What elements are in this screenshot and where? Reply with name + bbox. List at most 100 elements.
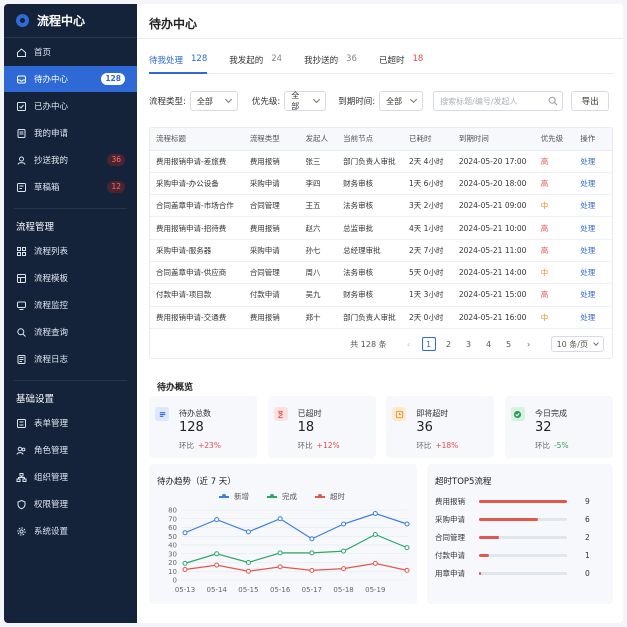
next-page-button[interactable]: › bbox=[522, 337, 536, 351]
x-tick-label: 05-19 bbox=[365, 586, 385, 594]
table-cell: 2天 0小时 bbox=[403, 306, 453, 329]
data-point[interactable] bbox=[309, 567, 315, 573]
process-link[interactable]: 处理 bbox=[574, 306, 612, 329]
data-point[interactable] bbox=[182, 567, 188, 572]
process-link[interactable]: 处理 bbox=[574, 283, 612, 307]
page-button[interactable]: 2 bbox=[442, 337, 456, 351]
data-point[interactable] bbox=[277, 516, 283, 522]
table-row[interactable]: 费用报销申请-差旅费 费用报销 张三 部门负责人审批 2天 4小时 2024-05-20 … bbox=[150, 150, 612, 173]
sidebar-item-2[interactable]: 待办中心 128 bbox=[4, 66, 137, 92]
data-point[interactable] bbox=[214, 517, 220, 523]
data-point[interactable] bbox=[341, 566, 347, 572]
data-point[interactable] bbox=[341, 548, 347, 554]
data-point[interactable] bbox=[214, 562, 220, 568]
filter-priority-select[interactable]: 全部 bbox=[284, 91, 327, 111]
process-link[interactable]: 处理 bbox=[574, 194, 612, 218]
tab-3[interactable]: 我抄送的 36 bbox=[304, 50, 357, 73]
table-cell: 2024-05-21 10:00 bbox=[452, 216, 535, 240]
process-link[interactable]: 处理 bbox=[574, 172, 612, 196]
data-point[interactable] bbox=[309, 536, 315, 542]
data-point[interactable] bbox=[182, 560, 188, 566]
data-point[interactable] bbox=[372, 560, 378, 566]
data-point[interactable] bbox=[245, 568, 251, 574]
table-row[interactable]: 费用报销申请-交通费 费用报销 郑十 部门负责人审批 2天 0小时 2024-05-21 … bbox=[150, 306, 612, 329]
process-link[interactable]: 处理 bbox=[574, 261, 612, 285]
table-cell: 采购申请-办公设备 bbox=[150, 172, 244, 196]
data-point[interactable] bbox=[404, 567, 410, 573]
search-input[interactable] bbox=[433, 91, 564, 111]
table-cell: 法务审核 bbox=[337, 261, 404, 285]
tab-4[interactable]: 已超时 18 bbox=[379, 50, 423, 73]
data-point[interactable] bbox=[404, 521, 410, 527]
table-cell: 费用报销申请-交通费 bbox=[150, 306, 244, 329]
sidebar-item-settings-5[interactable]: 系统设置 bbox=[4, 518, 137, 544]
stat-card[interactable]: 已超时 18 环比 +12% bbox=[267, 396, 376, 458]
search-icon[interactable] bbox=[548, 96, 558, 106]
table-row[interactable]: 采购申请-办公设备 采购申请 李四 财务审核 1天 6小时 2024-05-20 18:0… bbox=[150, 172, 612, 196]
sidebar-item-settings-1[interactable]: 表单管理 bbox=[4, 410, 137, 436]
sidebar-item-3[interactable]: 已办中心 bbox=[4, 93, 137, 119]
nav-item-label: 组织管理 bbox=[34, 473, 69, 483]
top5-row[interactable]: 付款申请 1 bbox=[435, 548, 605, 562]
page-size-select[interactable]: 10 条/页 bbox=[550, 336, 604, 352]
data-point[interactable] bbox=[245, 560, 251, 565]
stat-card[interactable]: 即将超时 36 环比 +18% bbox=[386, 396, 495, 458]
y-tick-label: 80 bbox=[168, 507, 177, 515]
page-button[interactable]: 1 bbox=[421, 337, 436, 351]
data-point[interactable] bbox=[277, 564, 283, 570]
top5-row[interactable]: 用章申请 0 bbox=[435, 566, 605, 580]
export-button[interactable]: 导出 bbox=[571, 91, 610, 111]
process-link[interactable]: 处理 bbox=[574, 150, 612, 173]
data-point[interactable] bbox=[372, 511, 378, 516]
table-row[interactable]: 采购申请-服务器 采购申请 孙七 总经理审批 2天 7小时 2024-05-21 11:0… bbox=[150, 239, 612, 262]
stat-card[interactable]: 今日完成 32 环比 -5% bbox=[504, 396, 613, 458]
stat-card[interactable]: 待办总数 128 环比 +23% bbox=[149, 396, 257, 458]
data-point[interactable] bbox=[245, 529, 251, 535]
data-point[interactable] bbox=[341, 521, 347, 527]
table-row[interactable]: 付款申请-项目款 付款申请 吴九 财务审核 1天 3小时 2024-05-21 15:00… bbox=[150, 283, 612, 307]
table-row[interactable]: 费用报销申请-招待费 费用报销 赵六 总监审批 4天 1小时 2024-05-21 10:… bbox=[150, 216, 612, 240]
table-row[interactable]: 合同盖章申请-市场合作 合同管理 王五 法务审核 3天 2小时 2024-05-21 09… bbox=[150, 194, 612, 218]
table-cell: 吴九 bbox=[299, 283, 338, 307]
sidebar-item-process-3[interactable]: 流程监控 bbox=[4, 292, 137, 318]
nav-badge: 12 bbox=[107, 181, 125, 193]
top5-row[interactable]: 合同管理 2 bbox=[435, 530, 605, 544]
page-button[interactable]: 4 bbox=[482, 337, 496, 351]
process-link[interactable]: 处理 bbox=[574, 216, 612, 240]
page-size-value: 10 条/页 bbox=[556, 339, 588, 349]
table-row[interactable]: 合同盖章申请-供应商 合同管理 周八 法务审核 5天 0小时 2024-05-21 14:… bbox=[150, 261, 612, 285]
top5-row[interactable]: 采购申请 6 bbox=[435, 512, 605, 526]
data-point[interactable] bbox=[404, 545, 410, 551]
inbox-icon bbox=[16, 74, 27, 85]
top5-row[interactable]: 费用报销 9 bbox=[435, 494, 605, 508]
sidebar-item-settings-4[interactable]: 权限管理 bbox=[4, 491, 137, 517]
tab-label: 待我处理 bbox=[149, 56, 184, 66]
role-icon bbox=[16, 445, 27, 456]
filter-due-select[interactable]: 全部 bbox=[379, 91, 424, 111]
sidebar-item-process-1[interactable]: 流程列表 bbox=[4, 238, 137, 264]
page-button[interactable]: 5 bbox=[502, 337, 516, 351]
sidebar-item-process-4[interactable]: 流程查询 bbox=[4, 319, 137, 345]
y-tick-label: 50 bbox=[168, 533, 177, 541]
sidebar-item-process-2[interactable]: 流程模板 bbox=[4, 265, 137, 291]
data-point[interactable] bbox=[182, 530, 188, 536]
sidebar-item-process-5[interactable]: 流程日志 bbox=[4, 346, 137, 372]
sidebar-item-4[interactable]: 我的申请 bbox=[4, 120, 137, 146]
data-point[interactable] bbox=[309, 550, 315, 556]
data-point[interactable] bbox=[214, 551, 220, 557]
data-point[interactable] bbox=[277, 550, 283, 556]
filter-type-select[interactable]: 全部 bbox=[189, 91, 238, 111]
tab-1[interactable]: 待我处理 128 bbox=[149, 50, 208, 74]
tab-2[interactable]: 我发起的 24 bbox=[229, 50, 282, 73]
data-point[interactable] bbox=[372, 532, 378, 537]
page-button[interactable]: 3 bbox=[462, 337, 476, 351]
process-link[interactable]: 处理 bbox=[574, 239, 612, 262]
sidebar-item-5[interactable]: 抄送我的 36 bbox=[4, 147, 137, 173]
chevron-down-icon bbox=[224, 95, 232, 104]
sidebar-item-settings-3[interactable]: 组织管理 bbox=[4, 464, 137, 490]
sidebar-item-6[interactable]: 草稿箱 12 bbox=[4, 174, 137, 200]
prev-page-button[interactable]: ‹ bbox=[402, 337, 416, 351]
top5-track bbox=[479, 535, 567, 539]
sidebar-item-settings-2[interactable]: 角色管理 bbox=[4, 437, 137, 463]
sidebar-item-1[interactable]: 首页 bbox=[4, 39, 137, 65]
